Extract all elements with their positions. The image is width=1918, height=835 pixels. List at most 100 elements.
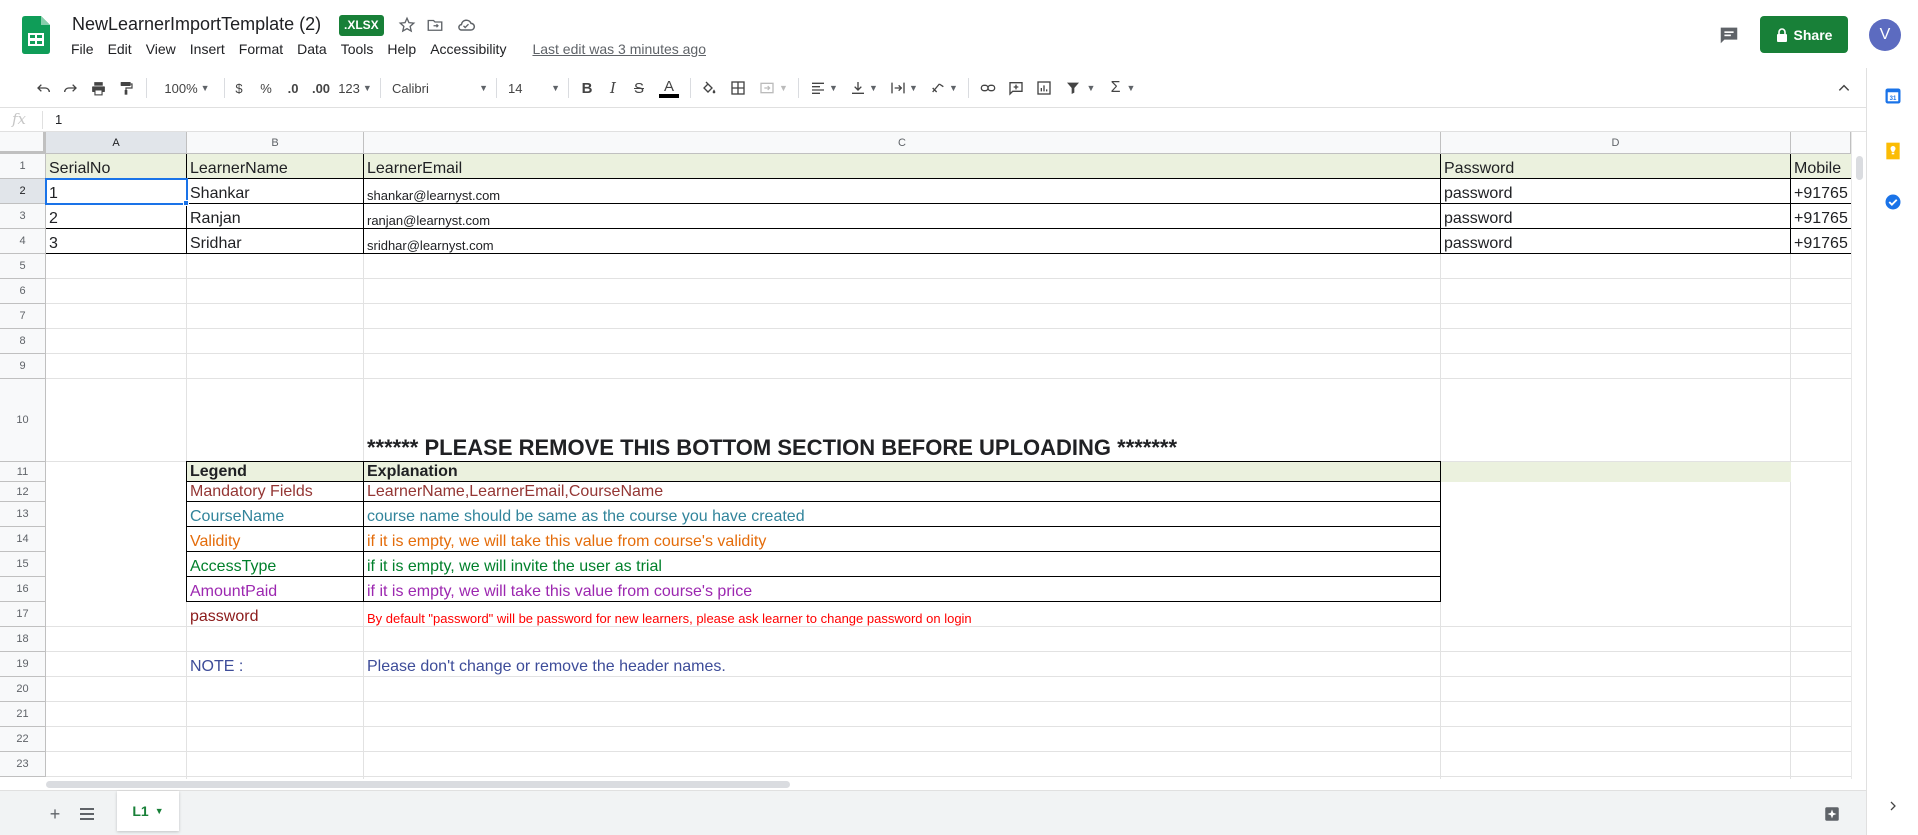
- font-family-select[interactable]: Calibri ▼: [392, 77, 488, 99]
- vertical-scroll-thumb[interactable]: [1856, 156, 1863, 180]
- insert-chart-icon[interactable]: [1034, 77, 1054, 99]
- legend-label[interactable]: Mandatory Fields: [187, 482, 364, 502]
- remove-section-notice[interactable]: ****** PLEASE REMOVE THIS BOTTOM SECTION…: [364, 379, 1441, 462]
- cell-name[interactable]: Sridhar: [187, 229, 364, 254]
- paint-format-icon[interactable]: [116, 77, 136, 99]
- legend-explanation[interactable]: if it is empty, we will invite the user …: [364, 552, 1441, 577]
- menu-edit[interactable]: Edit: [101, 41, 139, 57]
- row-header[interactable]: 5: [0, 254, 46, 279]
- column-header-b[interactable]: B: [187, 132, 364, 154]
- sheets-logo-icon[interactable]: [22, 16, 50, 54]
- spreadsheet-grid[interactable]: A B C D 1 2 3 4 5 6 7 8 9 10 11 12 13 14…: [0, 132, 1851, 779]
- vertical-scrollbar[interactable]: [1851, 132, 1866, 779]
- column-header-c[interactable]: C: [364, 132, 1441, 154]
- menu-file[interactable]: File: [64, 41, 101, 57]
- row-header[interactable]: 21: [0, 702, 46, 727]
- move-folder-icon[interactable]: [424, 14, 446, 36]
- menu-help[interactable]: Help: [380, 41, 423, 57]
- row-header[interactable]: 9: [0, 354, 46, 379]
- cloud-status-icon[interactable]: [455, 14, 477, 36]
- menu-tools[interactable]: Tools: [334, 41, 381, 57]
- cell-password[interactable]: password: [1441, 179, 1791, 204]
- collapse-menu-icon[interactable]: [1834, 77, 1854, 99]
- print-icon[interactable]: [88, 77, 108, 99]
- cell-name[interactable]: Ranjan: [187, 204, 364, 229]
- cell-mobile[interactable]: +91765: [1791, 229, 1851, 254]
- row-header[interactable]: 11: [0, 462, 46, 482]
- insert-link-icon[interactable]: [978, 77, 998, 99]
- row-header[interactable]: 22: [0, 727, 46, 752]
- row-header[interactable]: 13: [0, 502, 46, 527]
- text-wrapping-icon[interactable]: ▼: [888, 77, 920, 99]
- cell-password[interactable]: password: [1441, 204, 1791, 229]
- legend-explanation[interactable]: course name should be same as the course…: [364, 502, 1441, 527]
- row-header[interactable]: 19: [0, 652, 46, 677]
- cell-mobile[interactable]: +91765: [1791, 204, 1851, 229]
- star-icon[interactable]: [396, 14, 418, 36]
- header-learneremail[interactable]: LearnerEmail: [364, 154, 1441, 179]
- password-explanation[interactable]: By default "password" will be password f…: [364, 602, 1441, 627]
- decrease-decimal-button[interactable]: .0: [284, 77, 302, 99]
- row-header[interactable]: 6: [0, 279, 46, 304]
- menu-format[interactable]: Format: [232, 41, 290, 57]
- row-header[interactable]: 7: [0, 304, 46, 329]
- more-formats-select[interactable]: 123 ▼: [338, 77, 372, 99]
- legend-header-legend[interactable]: Legend: [187, 462, 364, 482]
- font-size-select[interactable]: 14 ▼: [508, 77, 560, 99]
- cell-serial[interactable]: 3: [46, 229, 187, 254]
- row-header[interactable]: 16: [0, 577, 46, 602]
- percent-format-button[interactable]: %: [258, 77, 274, 99]
- explore-icon[interactable]: [1820, 802, 1844, 826]
- row-header[interactable]: 4: [0, 229, 46, 254]
- menu-accessibility[interactable]: Accessibility: [423, 41, 513, 57]
- cell-password[interactable]: password: [1441, 229, 1791, 254]
- cell-serial[interactable]: 2: [46, 204, 187, 229]
- horizontal-align-icon[interactable]: ▼: [808, 77, 840, 99]
- increase-decimal-button[interactable]: .00: [310, 77, 332, 99]
- cell-email[interactable]: sridhar@learnyst.com: [364, 229, 1441, 254]
- legend-header-explanation[interactable]: Explanation: [364, 462, 1441, 482]
- header-mobile[interactable]: Mobile: [1791, 154, 1851, 179]
- legend-explanation[interactable]: if it is empty, we will take this value …: [364, 577, 1441, 602]
- row-header[interactable]: 14: [0, 527, 46, 552]
- text-color-icon[interactable]: A: [658, 77, 680, 99]
- header-password[interactable]: Password: [1441, 154, 1791, 179]
- fill-handle[interactable]: [183, 200, 189, 206]
- menu-data[interactable]: Data: [290, 41, 334, 57]
- last-edit-link[interactable]: Last edit was 3 minutes ago: [525, 41, 713, 57]
- bold-icon[interactable]: B: [578, 77, 596, 99]
- row-header[interactable]: 23: [0, 752, 46, 777]
- cell-name[interactable]: Shankar: [187, 179, 364, 204]
- merge-cells-icon[interactable]: ▼: [756, 77, 790, 99]
- horizontal-scrollbar[interactable]: [46, 779, 1851, 790]
- row-header[interactable]: 18: [0, 627, 46, 652]
- zoom-select[interactable]: 100% ▼: [158, 77, 216, 99]
- document-title[interactable]: NewLearnerImportTemplate (2): [72, 14, 321, 35]
- vertical-align-icon[interactable]: ▼: [848, 77, 880, 99]
- row-header[interactable]: 1: [0, 154, 46, 179]
- legend-label[interactable]: AccessType: [187, 552, 364, 577]
- row-header[interactable]: 2: [0, 179, 46, 204]
- horizontal-scroll-thumb[interactable]: [46, 781, 790, 788]
- row-header[interactable]: 3: [0, 204, 46, 229]
- account-avatar[interactable]: V: [1869, 19, 1901, 51]
- formula-input[interactable]: 1: [55, 112, 62, 127]
- legend-label[interactable]: Validity: [187, 527, 364, 552]
- row-header[interactable]: 20: [0, 677, 46, 702]
- show-side-panel-icon[interactable]: [1882, 795, 1904, 817]
- italic-icon[interactable]: I: [604, 77, 622, 99]
- legend-label[interactable]: CourseName: [187, 502, 364, 527]
- menu-insert[interactable]: Insert: [183, 41, 232, 57]
- functions-icon[interactable]: Σ ▼: [1106, 77, 1140, 99]
- menu-view[interactable]: View: [139, 41, 183, 57]
- cell-mobile[interactable]: +91765: [1791, 179, 1851, 204]
- comment-history-icon[interactable]: [1716, 22, 1742, 48]
- borders-icon[interactable]: [728, 77, 748, 99]
- row-header[interactable]: 12: [0, 482, 46, 502]
- calendar-icon[interactable]: 31: [1882, 85, 1904, 107]
- column-header-e[interactable]: [1791, 132, 1851, 154]
- legend-explanation[interactable]: LearnerName,LearnerEmail,CourseName: [364, 482, 1441, 502]
- all-sheets-icon[interactable]: [76, 803, 98, 825]
- undo-icon[interactable]: [34, 77, 54, 99]
- currency-format-button[interactable]: $: [232, 77, 246, 99]
